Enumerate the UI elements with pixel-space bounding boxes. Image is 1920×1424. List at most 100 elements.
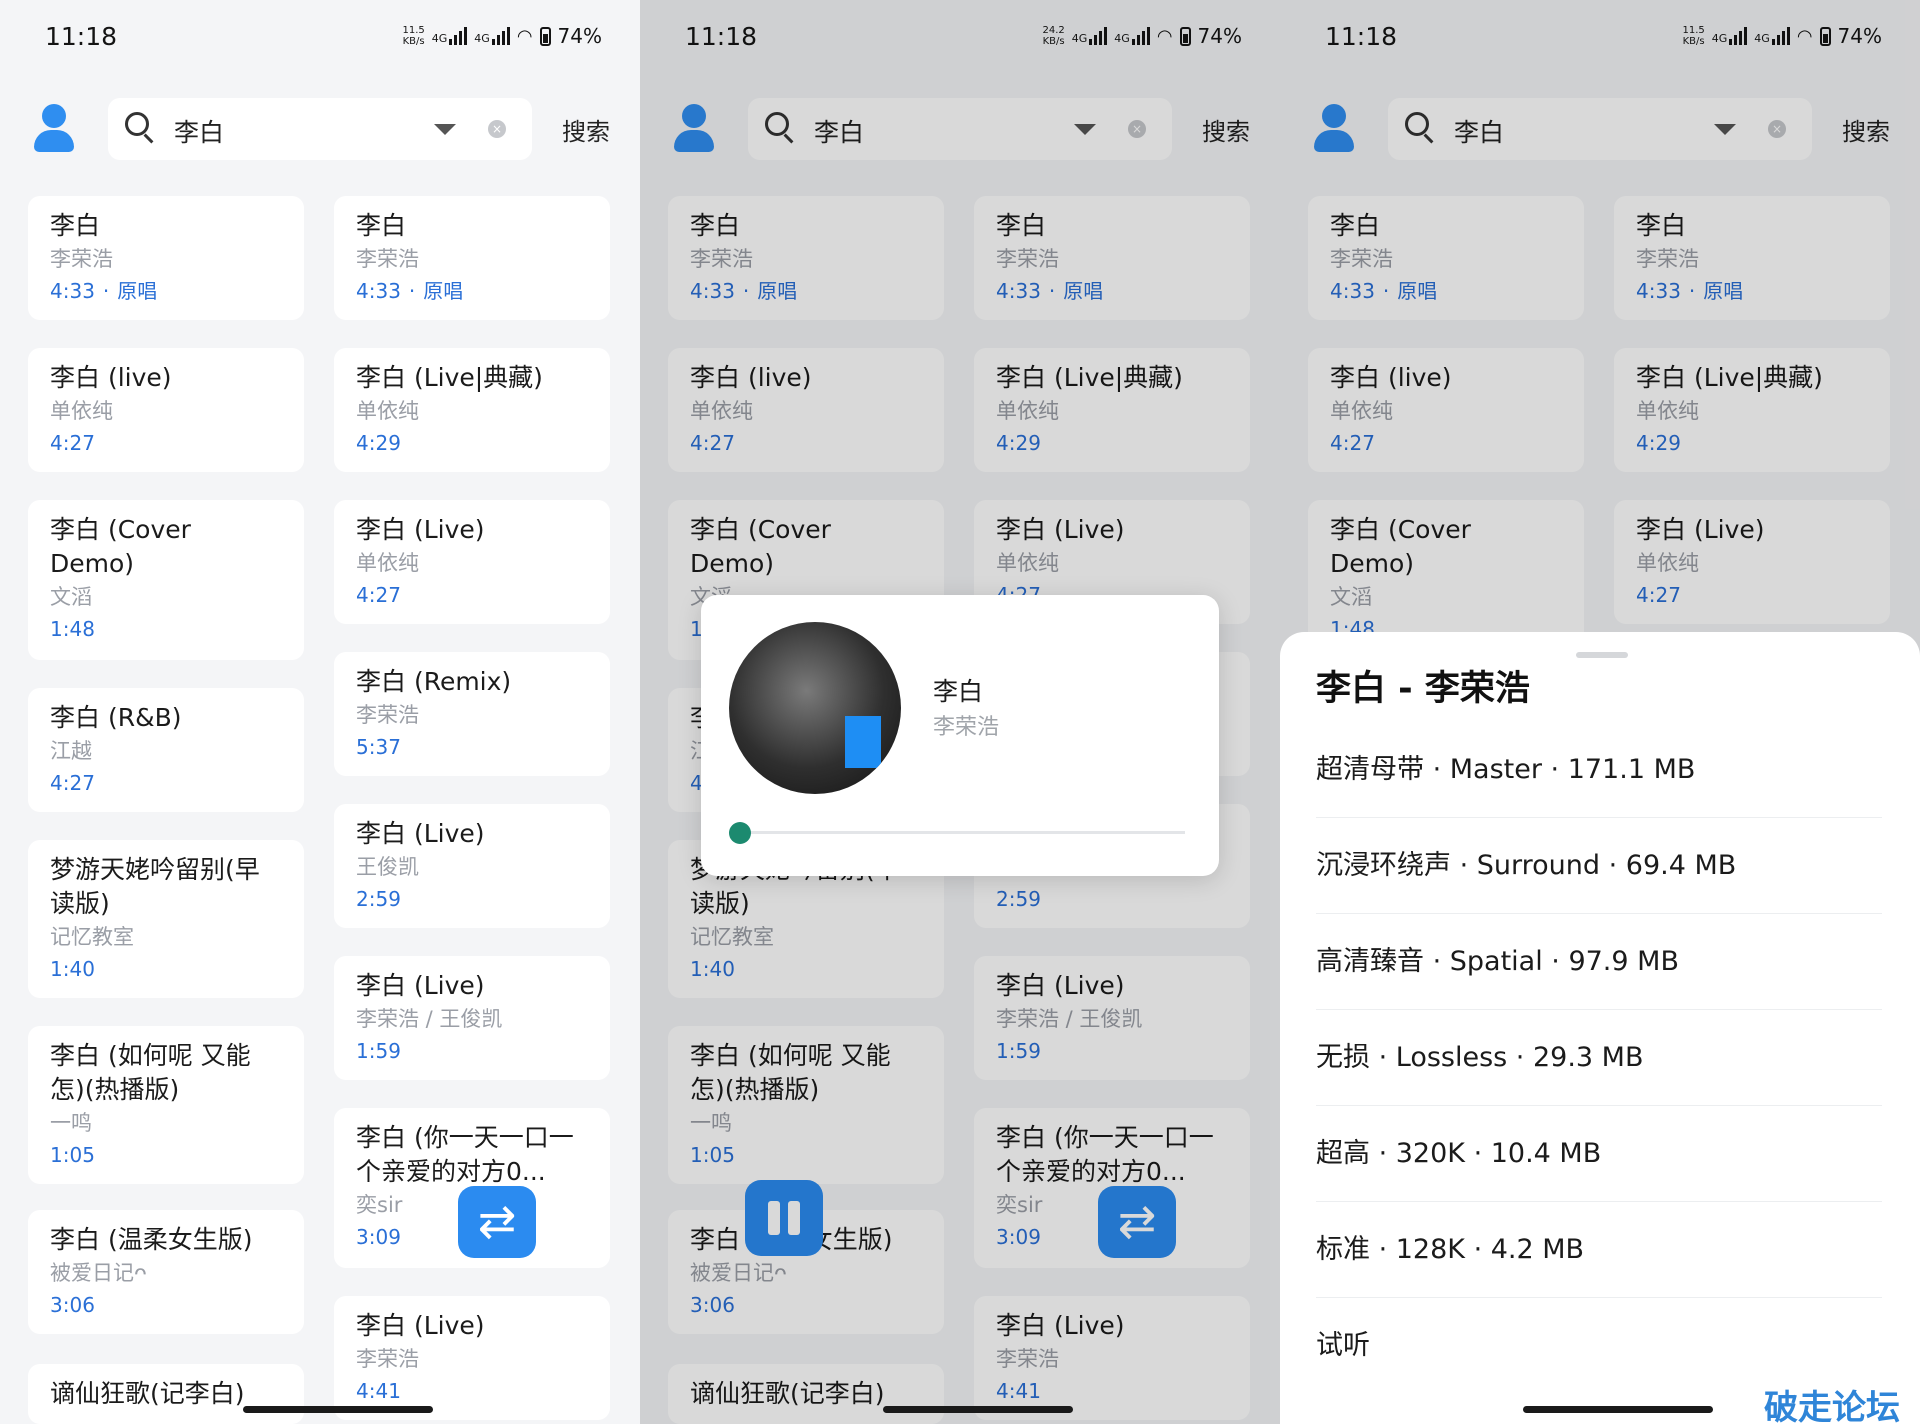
status-bar: 11:18 11.5 KB/s 4G 4G ◠ 74% — [0, 0, 640, 76]
song-artist: 记忆教室 — [50, 925, 134, 949]
song-meta: 4:33 · 原唱 — [50, 275, 282, 307]
song-meta: 4:27 — [50, 767, 282, 799]
song-card[interactable]: 李白 (温柔女生版) 被爱日记ᴖ 3:06 — [28, 1210, 304, 1334]
swap-icon[interactable]: ⇄ — [458, 1186, 536, 1258]
song-artist: 单依纯 — [356, 399, 419, 423]
song-card[interactable]: 李白 (如何呢 又能怎)(热播版) 一鸣 1:05 — [28, 1026, 304, 1184]
quality-option[interactable]: 无损 · Lossless · 29.3 MB — [1316, 1010, 1882, 1106]
song-duration: 1:05 — [50, 1143, 95, 1167]
song-card[interactable]: 李白 (Live) 李荣浩 4:41 — [334, 1296, 610, 1420]
song-title: 李白 (Live|典藏) — [356, 363, 543, 392]
song-title: 李白 (Remix) — [356, 667, 512, 696]
song-duration: 4:27 — [50, 771, 95, 795]
status-time: 11:18 — [45, 22, 118, 51]
song-title: 李白 (R&B) — [50, 703, 182, 732]
song-artist: 李荣浩 / 王俊凯 — [356, 1007, 503, 1031]
song-artist: 单依纯 — [50, 399, 113, 423]
song-duration: 3:06 — [50, 1293, 95, 1317]
home-indicator — [243, 1406, 433, 1413]
song-artist: 单依纯 — [356, 551, 419, 575]
song-card[interactable]: 梦游天姥吟留别(早读版) 记忆教室 1:40 — [28, 840, 304, 998]
search-row: 李白 × 搜索 — [0, 96, 640, 162]
song-duration: 4:33 — [356, 279, 401, 303]
song-meta: 1:48 — [50, 613, 282, 645]
search-button[interactable]: 搜索 — [562, 112, 610, 147]
mini-player[interactable]: 李白 李荣浩 — [701, 595, 1219, 876]
song-duration: 4:29 — [356, 431, 401, 455]
song-card[interactable]: 李白 李荣浩 4:33 · 原唱 — [28, 196, 304, 320]
song-duration: 4:27 — [50, 431, 95, 455]
original-tag: 原唱 — [117, 279, 158, 303]
song-title: 李白 (Cover Demo) — [50, 515, 191, 578]
song-title: 李白 (温柔女生版) — [50, 1225, 253, 1254]
home-indicator — [883, 1406, 1073, 1413]
song-artist: 文滔 — [50, 585, 92, 609]
network-speed: 11.5 KB/s — [402, 25, 425, 47]
song-title: 李白 — [356, 211, 407, 240]
song-artist: 李荣浩 — [356, 703, 419, 727]
song-card[interactable]: 李白李荣浩 4:33 · 原唱 — [334, 196, 610, 320]
player-artist: 李荣浩 — [933, 715, 1000, 740]
song-meta: 4:27 — [50, 427, 282, 459]
song-card[interactable]: 李白 (Live) 王俊凯 2:59 — [334, 804, 610, 928]
song-card[interactable]: 谪仙狂歌(记李白) — [28, 1364, 304, 1424]
battery-icon — [539, 26, 551, 46]
song-meta: 1:05 — [50, 1139, 282, 1171]
song-title: 李白 (你一天一口一个亲爱的对方0... — [356, 1123, 574, 1186]
search-results-panel: 11:18 11.5 KB/s 4G 4G ◠ 74% 李白 × 搜索 李白李荣浩… — [0, 0, 640, 1424]
chevron-down-icon[interactable] — [434, 124, 456, 135]
quality-option[interactable]: 高清臻音 · Spatial · 97.9 MB — [1316, 914, 1882, 1010]
song-duration: 2:59 — [356, 887, 401, 911]
signal-icon: 4G — [432, 27, 468, 45]
song-title: 梦游天姥吟留别(早读版) — [50, 855, 260, 918]
song-title: 李白 (Live) — [356, 971, 485, 1000]
song-card[interactable]: 李白 (Live|典藏) 单依纯 4:29 — [334, 348, 610, 472]
song-meta: 4:29 — [356, 427, 588, 459]
quality-sheet-panel: 11:18 11.5 KB/s 4G 4G ◠ 74% 李白 × 搜索 李白 李荣浩… — [1280, 0, 1920, 1424]
song-title: 李白 (Live) — [356, 819, 485, 848]
song-artist: 王俊凯 — [356, 855, 419, 879]
song-card[interactable]: 李白 (Cover Demo) 文滔 1:48 — [28, 500, 304, 660]
search-input[interactable]: 李白 × — [108, 98, 532, 160]
song-card[interactable]: 李白 (live) 单依纯 4:27 — [28, 348, 304, 472]
home-indicator — [1523, 1406, 1713, 1413]
battery-level: 74% — [557, 24, 602, 48]
quality-option[interactable]: 超高 · 320K · 10.4 MB — [1316, 1106, 1882, 1202]
song-artist: 被爱日记ᴖ — [50, 1261, 147, 1285]
user-icon[interactable] — [34, 104, 74, 154]
song-meta: 5:37 — [356, 731, 588, 763]
sheet-handle[interactable] — [1576, 652, 1628, 658]
status-icons: 11.5 KB/s 4G 4G ◠ 74% — [403, 24, 603, 48]
song-meta: 4:33 · 原唱 — [356, 275, 588, 307]
clear-icon[interactable]: × — [488, 120, 506, 138]
player-panel: 11:18 24.2 KB/s 4G 4G ◠ 74% 李白 × 搜索 李白 李荣浩… — [640, 0, 1280, 1424]
song-duration: 4:27 — [356, 583, 401, 607]
meta-separator: · — [408, 279, 416, 303]
song-duration: 4:33 — [50, 279, 95, 303]
quality-option[interactable]: 标准 · 128K · 4.2 MB — [1316, 1202, 1882, 1298]
song-title: 李白 (live) — [50, 363, 172, 392]
song-title: 李白 (Live) — [356, 1311, 485, 1340]
search-query: 李白 — [174, 118, 225, 147]
song-meta: 4:27 — [356, 579, 588, 611]
song-meta: 1:59 — [356, 1035, 588, 1067]
song-card[interactable]: 李白 (Live) 单依纯 4:27 — [334, 500, 610, 624]
watermark: 破走论坛 — [1764, 1388, 1900, 1424]
wifi-icon: ◠ — [516, 25, 533, 47]
original-tag: 原唱 — [423, 279, 464, 303]
song-meta: 1:40 — [50, 953, 282, 985]
song-artist: 李荣浩 — [356, 1347, 419, 1371]
song-duration: 4:41 — [356, 1379, 401, 1403]
quality-option[interactable]: 沉浸环绕声 · Surround · 69.4 MB — [1316, 818, 1882, 914]
song-meta: 4:41 — [356, 1375, 588, 1407]
song-card[interactable]: 李白 (Live) 李荣浩 / 王俊凯 1:59 — [334, 956, 610, 1080]
song-card[interactable]: 李白 (Remix) 李荣浩 5:37 — [334, 652, 610, 776]
song-card[interactable]: 李白 (R&B) 江越 4:27 — [28, 688, 304, 812]
song-title: 李白 (Live) — [356, 515, 485, 544]
progress-track[interactable] — [745, 831, 1185, 834]
quality-option[interactable]: 超清母带 · Master · 171.1 MB — [1316, 722, 1882, 818]
song-duration: 1:59 — [356, 1039, 401, 1063]
search-icon — [125, 112, 149, 136]
progress-handle[interactable] — [729, 822, 751, 844]
song-artist: 李荣浩 — [356, 247, 419, 271]
